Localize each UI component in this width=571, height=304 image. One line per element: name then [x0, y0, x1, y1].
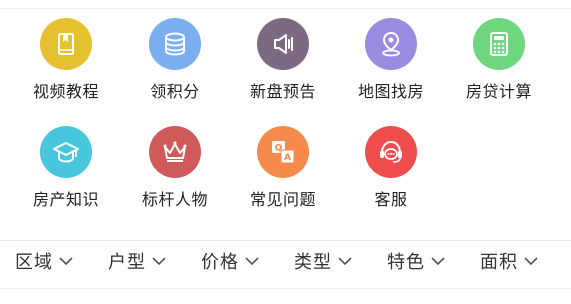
bottom-divider: [0, 288, 571, 289]
filter-label: 区域: [15, 252, 53, 273]
menu-item-label: 地图找房: [357, 82, 424, 101]
menu-item-mortgage-calculator[interactable]: 房贷计算: [445, 18, 553, 118]
menu-item-label: 新盘预告: [249, 82, 316, 101]
filter-price[interactable]: 价格: [201, 241, 259, 281]
menu-item-label: 房产知识: [32, 190, 99, 209]
filter-region[interactable]: 区域: [15, 241, 73, 281]
filter-label: 特色: [387, 252, 425, 273]
menu-item-label: 标杆人物: [141, 190, 208, 209]
quick-menu-grid: 视频教程 领积分 新盘预告 地图找房 房贷计算 房产知识 标杆人物 Q A 常见…: [0, 0, 571, 235]
speaker-icon: [257, 18, 309, 70]
filter-area[interactable]: 面积: [480, 241, 538, 281]
chevron-down-icon: [431, 257, 445, 266]
filter-bar: 区域 户型 价格 类型 特色 面积: [0, 241, 571, 281]
menu-item-property-knowledge[interactable]: 房产知识: [12, 126, 120, 226]
coins-stack-icon: [149, 18, 201, 70]
chevron-down-icon: [245, 257, 259, 266]
menu-item-new-listing-preview[interactable]: 新盘预告: [229, 18, 337, 118]
chevron-down-icon: [338, 257, 352, 266]
chevron-down-icon: [524, 257, 538, 266]
menu-item-label: 房贷计算: [465, 82, 532, 101]
filter-type[interactable]: 类型: [294, 241, 352, 281]
qa-icon: QA: [257, 126, 309, 178]
menu-item-label: 常见问题: [249, 190, 316, 209]
menu-item-benchmark-people[interactable]: 标杆人物: [121, 126, 229, 226]
calculator-icon: [473, 18, 525, 70]
menu-item-label: 客服: [374, 190, 408, 209]
filter-label: 户型: [108, 252, 146, 273]
graduation-cap-icon: [40, 126, 92, 178]
menu-item-customer-service[interactable]: 客服: [337, 126, 445, 226]
svg-text:A: A: [284, 153, 291, 163]
chevron-down-icon: [152, 257, 166, 266]
menu-item-map-search[interactable]: 地图找房: [337, 18, 445, 118]
crown-icon: [149, 126, 201, 178]
svg-text:Q: Q: [275, 144, 283, 154]
book-icon: [40, 18, 92, 70]
chevron-down-icon: [59, 257, 73, 266]
menu-item-label: 视频教程: [32, 82, 99, 101]
filter-layout[interactable]: 户型: [108, 241, 166, 281]
menu-item-faq[interactable]: QA 常见问题: [229, 126, 337, 226]
map-pin-icon: [365, 18, 417, 70]
headset-chat-icon: [365, 126, 417, 178]
filter-label: 面积: [480, 252, 518, 273]
menu-item-points[interactable]: 领积分: [121, 18, 229, 118]
menu-item-video-tutorial[interactable]: 视频教程: [12, 18, 120, 118]
filter-feature[interactable]: 特色: [387, 241, 445, 281]
filter-label: 价格: [201, 252, 239, 273]
filter-label: 类型: [294, 252, 332, 273]
menu-item-label: 领积分: [150, 82, 200, 101]
